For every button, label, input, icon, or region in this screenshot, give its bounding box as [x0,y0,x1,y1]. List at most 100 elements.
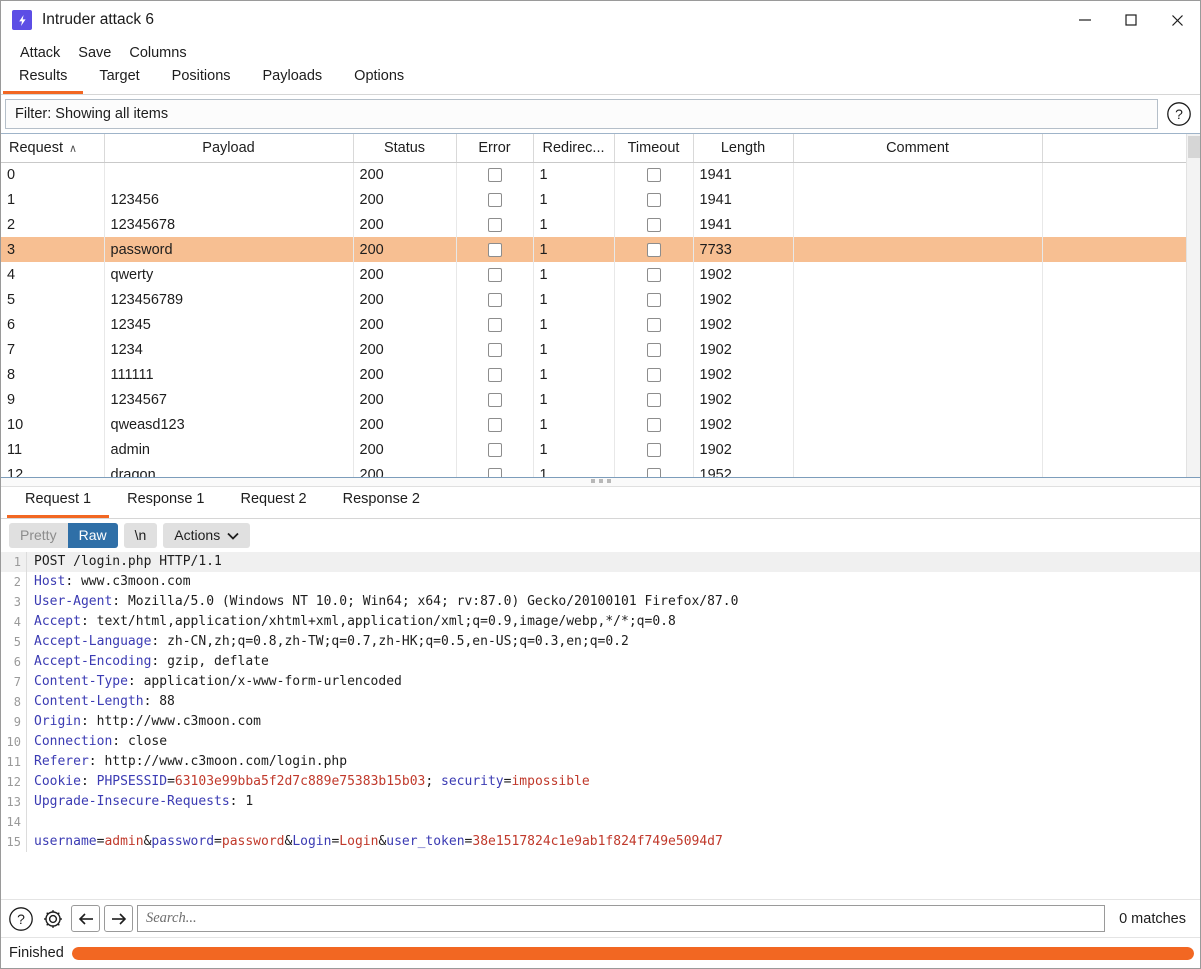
menu-item-save[interactable]: Save [69,43,120,63]
filter-bar[interactable]: Filter: Showing all items [5,99,1158,129]
cell-comment [793,462,1043,477]
timeout-checkbox[interactable] [646,467,661,477]
tab-target[interactable]: Target [83,66,155,94]
raw-view-button[interactable]: Raw [67,523,118,548]
timeout-checkbox[interactable] [646,192,661,207]
table-row-selected[interactable]: 3 password 200 1 7733 [1,237,1200,262]
column-header-blank[interactable] [1042,134,1200,163]
column-header-payload[interactable]: Payload [104,134,354,163]
search-input[interactable]: Search... [137,905,1106,932]
cell-blank [1042,437,1200,462]
question-mark-icon[interactable]: ? [1164,99,1194,129]
cell-comment [793,212,1043,237]
error-checkbox[interactable] [487,217,502,232]
menu-item-attack[interactable]: Attack [11,43,69,63]
error-checkbox[interactable] [487,442,502,457]
line-number: 2 [1,572,27,592]
column-header-timeout[interactable]: Timeout [614,134,694,163]
column-header-redirections[interactable]: Redirec... [533,134,615,163]
timeout-checkbox[interactable] [646,317,661,332]
header-name: User-Agent [34,594,113,609]
column-header-request[interactable]: Request ∧ [1,134,105,163]
table-row[interactable]: 11 admin 200 1 1902 [1,437,1200,462]
column-header-error[interactable]: Error [456,134,534,163]
error-checkbox[interactable] [487,467,502,477]
timeout-checkbox[interactable] [646,417,661,432]
param-name-user-token: user_token [386,834,465,849]
error-checkbox[interactable] [487,267,502,282]
column-header-comment[interactable]: Comment [793,134,1043,163]
error-checkbox[interactable] [487,342,502,357]
timeout-checkbox[interactable] [646,267,661,282]
header-name: Host [34,574,66,589]
table-row[interactable]: 10 qweasd123 200 1 1902 [1,412,1200,437]
results-table-scrollbar[interactable] [1186,134,1200,477]
line-content: username=admin&password=password&Login=L… [34,834,723,849]
table-row[interactable]: 4 qwerty 200 1 1902 [1,262,1200,287]
code-line: 10 Connection: close [1,732,1200,752]
cell-status: 200 [353,412,457,437]
table-row[interactable]: 1 123456 200 1 1941 [1,187,1200,212]
results-table-scrollbar-thumb[interactable] [1188,136,1200,158]
column-header-status[interactable]: Status [353,134,457,163]
menu-item-columns[interactable]: Columns [120,43,195,63]
maximize-button[interactable] [1108,2,1154,39]
tab-response-1[interactable]: Response 1 [109,489,222,518]
request-message-viewer[interactable]: 1 POST /login.php HTTP/1.1 2 Host: www.c… [1,552,1200,899]
table-row[interactable]: 7 1234 200 1 1902 [1,337,1200,362]
timeout-checkbox[interactable] [646,442,661,457]
cell-error [456,362,534,387]
error-checkbox[interactable] [487,292,502,307]
gear-icon[interactable] [39,905,67,933]
table-row[interactable]: 5 123456789 200 1 1902 [1,287,1200,312]
pretty-view-button[interactable]: Pretty [9,523,68,548]
table-row[interactable]: 6 12345 200 1 1902 [1,312,1200,337]
cell-request: 11 [1,437,105,462]
actions-button[interactable]: Actions [163,523,251,548]
tab-request-2[interactable]: Request 2 [223,489,325,518]
timeout-checkbox[interactable] [646,217,661,232]
results-table-container[interactable]: Request ∧ Payload Status Error Redirec...… [1,133,1200,478]
cell-error [456,387,534,412]
tab-payloads[interactable]: Payloads [247,66,339,94]
table-row[interactable]: 8 111111 200 1 1902 [1,362,1200,387]
title-bar: Intruder attack 6 [1,1,1200,39]
question-mark-icon[interactable]: ? [7,905,35,933]
timeout-checkbox[interactable] [646,367,661,382]
error-checkbox[interactable] [487,417,502,432]
table-row[interactable]: 2 12345678 200 1 1941 [1,212,1200,237]
tab-options[interactable]: Options [338,66,420,94]
timeout-checkbox[interactable] [646,342,661,357]
search-previous-button[interactable] [71,905,100,932]
line-content: Content-Length: 88 [34,694,175,709]
cell-redirections: 1 [533,237,615,262]
newline-toggle-button[interactable]: \n [123,523,158,548]
table-row[interactable]: 0 200 1 1941 [1,162,1200,187]
timeout-checkbox[interactable] [646,242,661,257]
search-next-button[interactable] [104,905,133,932]
error-checkbox[interactable] [487,167,502,182]
error-checkbox[interactable] [487,317,502,332]
cookie-value-1: 63103e99bba5f2d7c889e75383b15b03 [174,774,426,789]
tab-positions[interactable]: Positions [156,66,247,94]
tab-results[interactable]: Results [3,66,84,94]
cell-length: 1941 [693,187,794,212]
error-checkbox[interactable] [487,367,502,382]
timeout-checkbox[interactable] [646,392,661,407]
code-line: 4 Accept: text/html,application/xhtml+xm… [1,612,1200,632]
cell-comment [793,312,1043,337]
close-button[interactable] [1154,2,1200,39]
error-checkbox[interactable] [487,192,502,207]
minimize-button[interactable] [1062,2,1108,39]
error-checkbox[interactable] [487,242,502,257]
table-row[interactable]: 9 1234567 200 1 1902 [1,387,1200,412]
cell-payload [104,162,354,187]
panel-splitter[interactable] [1,478,1200,487]
tab-response-2[interactable]: Response 2 [325,489,438,518]
timeout-checkbox[interactable] [646,292,661,307]
column-header-length[interactable]: Length [693,134,794,163]
table-row[interactable]: 12 dragon 200 1 1952 [1,462,1200,477]
error-checkbox[interactable] [487,392,502,407]
tab-request-1[interactable]: Request 1 [7,489,110,518]
timeout-checkbox[interactable] [646,167,661,182]
